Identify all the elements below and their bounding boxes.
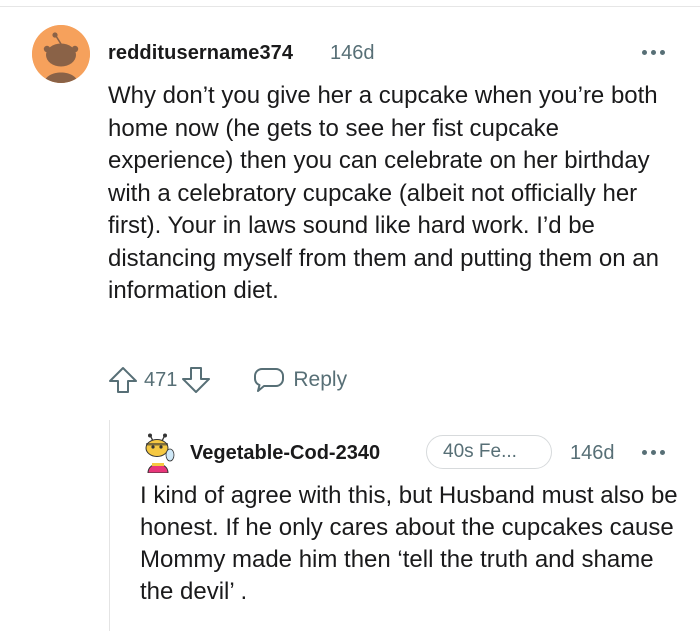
downvote-arrow-icon — [182, 367, 211, 393]
reply-username[interactable]: Vegetable-Cod-2340 — [190, 442, 380, 465]
thread-line[interactable] — [109, 420, 110, 631]
more-options-button[interactable] — [640, 40, 668, 64]
comment-username[interactable]: redditusername374 — [108, 42, 293, 65]
reply-button[interactable]: Reply — [253, 365, 347, 395]
reply-user-avatar[interactable] — [140, 433, 176, 474]
speech-bubble-icon — [254, 368, 285, 392]
reply-more-options-button[interactable] — [640, 440, 668, 464]
downvote-button[interactable] — [179, 365, 213, 395]
user-flair: 40s Fe... — [426, 435, 552, 469]
comment-actions: 471 Reply — [106, 364, 347, 396]
bee-avatar-icon — [145, 433, 175, 474]
comment-timestamp: 146d — [330, 42, 375, 64]
reply-label: Reply — [293, 368, 348, 391]
comment-body: Why don’t you give her a cupcake when yo… — [108, 82, 659, 304]
user-avatar[interactable] — [32, 25, 90, 83]
snoo-avatar-icon — [32, 25, 90, 83]
vote-count: 471 — [144, 368, 178, 391]
reply-body: I kind of agree with this, but Husband m… — [140, 482, 678, 605]
reply-timestamp: 146d — [570, 442, 615, 464]
upvote-button[interactable] — [106, 365, 140, 395]
top-divider — [0, 6, 700, 7]
upvote-arrow-icon — [109, 367, 137, 393]
